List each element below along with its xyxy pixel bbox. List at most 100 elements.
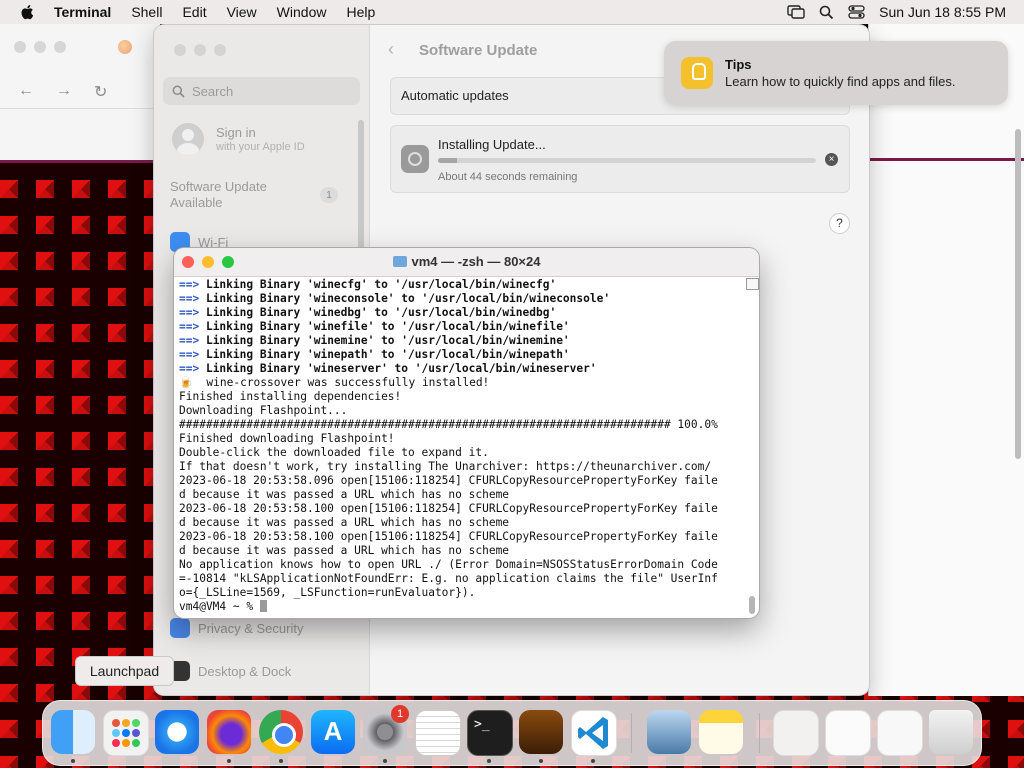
menu-bar: Terminal Shell Edit View Window Help Sun… (0, 0, 1024, 24)
tips-notification[interactable]: Tips Learn how to quickly find apps and … (664, 41, 1008, 105)
safari-icon[interactable] (155, 710, 199, 754)
app-store-icon[interactable]: A (311, 710, 355, 754)
control-center-icon[interactable] (848, 5, 865, 19)
running-indicator (383, 759, 387, 763)
install-progress-fill (438, 158, 457, 163)
menu-edit[interactable]: Edit (182, 4, 206, 20)
sidebar-item-label: Privacy & Security (198, 620, 304, 636)
settings-close-button[interactable] (174, 44, 186, 56)
terminal-line-text: Linking Binary 'winedbg' to '/usr/local/… (199, 306, 557, 319)
terminal-icon[interactable]: >_ (467, 710, 513, 756)
terminal-line-text: Finished downloading Flashpoint! (179, 432, 395, 445)
arrow-prefix: ==> (179, 278, 200, 291)
vscode-icon[interactable] (571, 710, 617, 756)
install-progress-bar (438, 158, 816, 163)
menu-window[interactable]: Window (277, 4, 327, 20)
signin-subtitle: with your Apple ID (216, 141, 305, 153)
sidebar-item-privacy-security[interactable]: Privacy & Security (170, 618, 303, 638)
sidebar-item-software-update-available[interactable]: Software Update Available (170, 179, 320, 211)
textedit-icon[interactable] (415, 710, 461, 756)
downloads-stack-icon[interactable] (877, 710, 923, 756)
terminal-line-text: Linking Binary 'wineconsole' to '/usr/lo… (199, 292, 611, 305)
apple-menu-icon[interactable] (18, 3, 38, 21)
signin-title: Sign in (216, 125, 256, 140)
terminal-line: If that doesn't work, try installing The… (179, 460, 741, 474)
dock-separator (631, 713, 632, 753)
browser-minimize-button[interactable] (34, 41, 46, 53)
help-button[interactable]: ? (829, 213, 850, 234)
back-chevron-icon[interactable]: ‹ (388, 39, 394, 60)
preview-icon[interactable] (647, 710, 691, 754)
arrow-prefix: ==> (179, 334, 200, 347)
terminal-titlebar[interactable]: vm4 — -zsh — 80×24 (174, 248, 759, 277)
terminal-line-text: Downloading Flashpoint... (179, 404, 348, 417)
time-remaining: About 44 seconds remaining (438, 171, 578, 183)
recent-document-icon[interactable] (773, 710, 819, 756)
terminal-line-text: Linking Binary 'wineserver' to '/usr/loc… (199, 362, 597, 375)
back-arrow-icon[interactable]: ← (18, 82, 34, 102)
menu-help[interactable]: Help (346, 4, 375, 20)
terminal-line-text: =-10814 "kLSApplicationNotFoundErr: E.g.… (179, 572, 718, 585)
browser-close-button[interactable] (14, 41, 26, 53)
terminal-line: ==> Linking Binary 'wineconsole' to '/us… (179, 292, 741, 306)
terminal-line: o={_LSLine=1569, _LSFunction=runEvaluato… (179, 586, 741, 600)
terminal-line-text: No application knows how to open URL ./ … (179, 558, 718, 571)
apple-id-signin[interactable]: Sign in with your Apple ID (172, 123, 305, 155)
split-pane-icon[interactable] (746, 278, 759, 290)
toolbar-divider (0, 108, 160, 109)
menu-shell[interactable]: Shell (131, 4, 162, 20)
terminal-line: Double-click the downloaded file to expa… (179, 446, 741, 460)
dock: A 1 >_ (42, 700, 982, 766)
spotlight-search-icon[interactable] (819, 5, 834, 20)
reload-icon[interactable]: ↻ (94, 82, 107, 102)
forward-arrow-icon[interactable]: → (56, 82, 72, 102)
trash-icon[interactable] (929, 710, 973, 754)
terminal-prompt-glyph: >_ (474, 717, 490, 732)
launchpad-icon[interactable] (103, 710, 149, 756)
installing-update-card: Installing Update... About 44 seconds re… (390, 125, 850, 193)
screen-mirroring-icon[interactable] (787, 5, 805, 19)
terminal-line-text: 2023-06-18 20:53:58.100 open[15106:11825… (179, 502, 718, 515)
terminal-window[interactable]: vm4 — -zsh — 80×24 ==> Linking Binary 'w… (174, 248, 759, 618)
finder-icon[interactable] (51, 710, 95, 754)
terminal-line-text: o={_LSLine=1569, _LSFunction=runEvaluato… (179, 586, 476, 599)
running-indicator (487, 759, 491, 763)
hand-icon (170, 618, 190, 638)
firefox-icon[interactable] (207, 710, 251, 754)
browser-zoom-button[interactable] (54, 41, 66, 53)
recent-window-icon[interactable] (825, 710, 871, 756)
scrollbar-thumb[interactable] (749, 596, 755, 614)
terminal-line: Finished downloading Flashpoint! (179, 432, 741, 446)
chrome-icon[interactable] (259, 710, 303, 754)
terminal-scrollbar[interactable] (746, 278, 759, 616)
terminal-output[interactable]: ==> Linking Binary 'winecfg' to '/usr/lo… (179, 278, 741, 614)
terminal-line: 2023-06-18 20:53:58.100 open[15106:11825… (179, 530, 741, 544)
lightbulb-icon (681, 57, 713, 89)
cancel-update-button[interactable]: × (825, 153, 838, 166)
settings-minimize-button[interactable] (194, 44, 206, 56)
sidebar-item-desktop-dock[interactable]: Desktop & Dock (170, 661, 291, 681)
menu-app-name[interactable]: Terminal (54, 4, 111, 20)
crossover-icon[interactable] (519, 710, 563, 754)
running-indicator (591, 759, 595, 763)
terminal-line: d because it was passed a URL which has … (179, 516, 741, 530)
settings-search-input[interactable]: Search (163, 77, 360, 105)
running-indicator (227, 759, 231, 763)
notes-icon[interactable] (699, 710, 743, 754)
terminal-line-text: ########################################… (179, 418, 718, 431)
background-window-scrollbar[interactable] (1015, 129, 1021, 459)
gear-icon (401, 145, 429, 173)
terminal-prompt-line[interactable]: vm4@VM4 ~ % (179, 600, 741, 614)
background-window-right[interactable] (868, 24, 1024, 696)
terminal-line-text: Double-click the downloaded file to expa… (179, 446, 489, 459)
notification-body: Learn how to quickly find apps and files… (725, 74, 956, 89)
software-update-badge: 1 (320, 187, 338, 203)
app-store-glyph: A (323, 716, 343, 746)
notification-title: Tips (725, 57, 752, 72)
avatar (172, 123, 204, 155)
background-browser-window[interactable]: ← → ↻ (0, 24, 160, 163)
menu-clock[interactable]: Sun Jun 18 8:55 PM (879, 4, 1006, 20)
menu-view[interactable]: View (227, 4, 257, 20)
dock-tooltip: Launchpad (75, 656, 174, 686)
settings-zoom-button[interactable] (214, 44, 226, 56)
